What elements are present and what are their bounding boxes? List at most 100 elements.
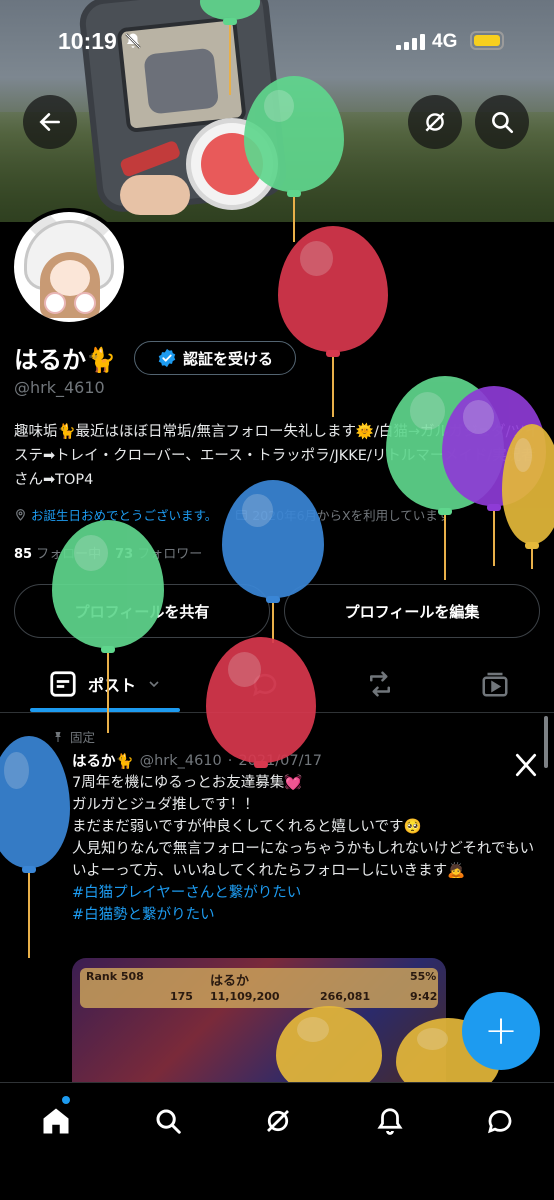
balloon-shine	[514, 438, 532, 472]
notifications-icon	[377, 1108, 403, 1135]
balloon-body	[52, 520, 164, 648]
signal-icon	[396, 34, 425, 50]
game-stat: 266,081	[320, 990, 371, 1003]
home-icon	[43, 1108, 69, 1134]
balloon-body	[278, 226, 388, 352]
nav-grok[interactable]	[258, 1101, 298, 1141]
balloon	[206, 637, 316, 773]
grok-button[interactable]	[408, 95, 462, 149]
search-icon	[492, 112, 514, 134]
verified-badge-icon	[158, 348, 176, 368]
balloon-shine	[228, 652, 261, 688]
balloon-knot	[223, 18, 237, 25]
balloon-string	[332, 357, 334, 417]
compose-button[interactable]: +	[462, 992, 540, 1070]
tweet-line: 人見知りなんで無言フォローになっちゃうかもしれないけどそれでもいいよーって方、い…	[72, 841, 535, 879]
battery-icon	[470, 31, 504, 50]
balloon-string	[493, 511, 495, 566]
balloon-shine	[242, 494, 273, 528]
balloon-shine	[409, 392, 445, 430]
tweet-text[interactable]: 7周年を機にゆるっとお友達募集💓 ガルガとジュダ推しです！！ まだまだ弱いですが…	[72, 772, 542, 926]
balloon	[222, 480, 324, 648]
balloon-shine	[462, 400, 494, 434]
following-count: 85	[14, 547, 33, 562]
balloon-shine	[264, 89, 294, 123]
balloon-knot	[287, 190, 301, 197]
avatar-face	[50, 260, 90, 296]
battery-fill	[474, 35, 500, 46]
balloon-body	[0, 736, 70, 868]
avatar-paw	[74, 292, 96, 314]
grok-icon	[267, 1110, 289, 1132]
game-percent: 55%	[410, 970, 437, 983]
location-pin-icon	[16, 509, 25, 521]
balloon-knot	[326, 350, 340, 357]
tweet-line: 7周年を機にゆるっとお友達募集💓	[72, 775, 303, 791]
game-status-bar: Rank 508 はるか 175 11,109,200 266,081 55% …	[80, 968, 438, 1008]
balloon-shine	[4, 751, 29, 789]
tweet-line: ガルガとジュダ推しです！！	[72, 797, 259, 813]
profile-handle: @hrk_4610	[14, 378, 105, 397]
avatar[interactable]	[10, 208, 128, 326]
balloon-shine	[416, 1027, 448, 1050]
search-icon	[156, 1109, 181, 1134]
balloon-body	[206, 637, 316, 763]
bag-pin	[118, 139, 182, 178]
balloon-shine	[74, 535, 108, 572]
media-icon	[482, 672, 508, 697]
hashtag-link[interactable]: #白猫勢と繋がりたい	[72, 904, 542, 926]
tweet-media-image[interactable]: Rank 508 はるか 175 11,109,200 266,081 55% …	[72, 958, 446, 1088]
balloon-body	[200, 0, 260, 20]
balloon-knot	[266, 596, 280, 603]
game-stat: 175	[170, 990, 193, 1003]
tweet-author-name[interactable]: はるか🐈	[72, 750, 134, 771]
balloon	[52, 520, 164, 738]
balloon	[278, 226, 388, 422]
balloon-knot	[525, 542, 539, 549]
game-player-name: はるか	[210, 974, 250, 989]
get-verified-label: 認証を受ける	[182, 349, 273, 368]
balloon-shine	[297, 1016, 329, 1042]
bell-off-icon	[125, 33, 141, 49]
arrow-left-icon	[39, 113, 60, 131]
nav-messages[interactable]	[480, 1101, 520, 1141]
balloon-knot	[254, 761, 268, 768]
balloon	[502, 424, 554, 574]
avatar-paw	[44, 292, 66, 314]
banner-hand	[120, 175, 190, 215]
grok-icon	[425, 112, 445, 132]
scrollbar[interactable]	[544, 716, 548, 768]
status-bar: 10:19 4G	[0, 0, 554, 80]
network-label: 4G	[432, 31, 458, 52]
balloon-string	[28, 873, 30, 958]
nav-notifications[interactable]	[370, 1101, 410, 1141]
balloon-string	[229, 25, 231, 95]
tab-media[interactable]	[470, 655, 520, 713]
status-time: 10:19	[58, 28, 117, 54]
search-button[interactable]	[475, 95, 529, 149]
nav-home-badge	[62, 1096, 70, 1104]
tab-reposts[interactable]	[355, 655, 405, 713]
balloon-string	[531, 549, 533, 569]
balloon-knot	[487, 504, 501, 511]
balloon	[0, 736, 70, 963]
bottom-nav	[0, 1082, 554, 1200]
balloon-string	[107, 653, 109, 733]
balloon-body	[502, 424, 554, 544]
balloon-body	[222, 480, 324, 598]
nav-home[interactable]	[36, 1101, 76, 1141]
hashtag-link[interactable]: #白猫プレイヤーさんと繋がりたい	[72, 882, 542, 904]
get-verified-button[interactable]: 認証を受ける	[134, 341, 296, 375]
retweet-icon	[370, 671, 390, 697]
balloon-knot	[22, 866, 36, 873]
nav-search[interactable]	[148, 1101, 188, 1141]
game-clock: 9:42	[410, 990, 438, 1003]
back-button[interactable]	[23, 95, 77, 149]
balloon-knot	[101, 646, 115, 653]
balloon-body	[244, 76, 344, 192]
game-rank: Rank 508	[86, 970, 144, 983]
messages-icon	[488, 1110, 512, 1134]
profile-name: はるか🐈	[14, 346, 116, 374]
balloon-shine	[300, 241, 333, 277]
game-stat: 11,109,200	[210, 990, 280, 1003]
